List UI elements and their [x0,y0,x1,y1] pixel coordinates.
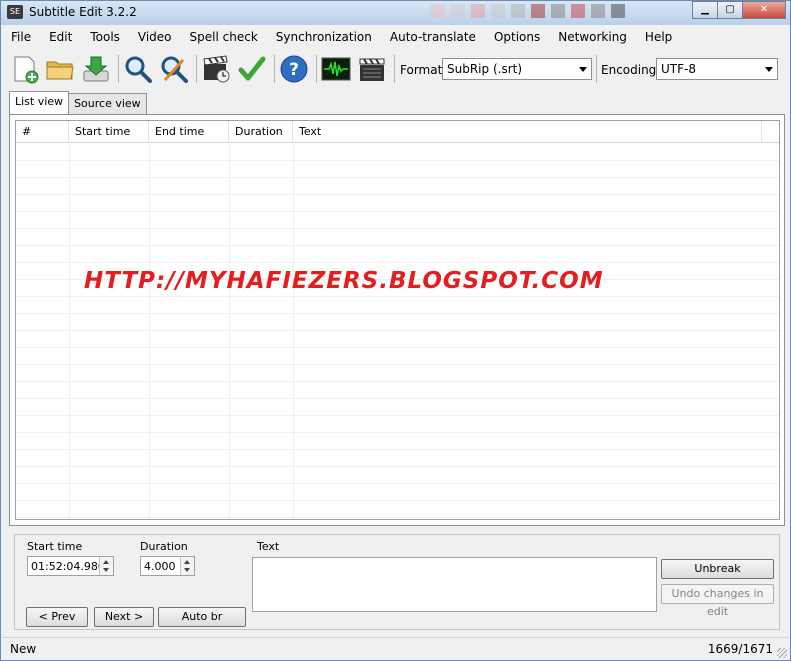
arrow-down-icon [184,568,190,572]
start-time-value: 01:52:04.980 [31,560,105,573]
format-select-value: SubRip (.srt) [447,62,523,76]
toolbar-separator [274,55,275,83]
grid-divider [293,144,294,519]
menu-tools[interactable]: Tools [81,27,129,49]
chevron-down-icon [765,67,773,72]
video-player-icon [359,58,385,81]
menu-bar: File Edit Tools Video Spell check Synchr… [2,27,789,49]
title-bar[interactable]: SE Subtitle Edit 3.2.2 ▁ ▢ ✕ [1,1,790,25]
grid-divider [229,144,230,519]
start-time-stepper[interactable] [99,557,113,575]
start-time-label: Start time [27,540,83,553]
column-header-end-time[interactable]: End time [149,121,229,142]
line-counter: 1669/1671 [707,642,773,656]
waveform-icon [321,57,351,81]
app-icon: SE [7,5,23,19]
replace-icon [161,56,188,83]
grid-divider [69,144,70,519]
subtitle-edit-panel: Start time 01:52:04.980 Duration 4.000 T… [14,534,780,630]
title-bar-decoration [431,4,687,22]
grid-divider [149,144,150,519]
list-grid [16,144,779,519]
replace-button[interactable] [158,53,190,85]
find-icon [125,56,152,83]
undo-changes-button[interactable]: Undo changes in edit [661,584,774,618]
duration-value: 4.000 [144,560,176,573]
window-controls: ▁ ▢ ✕ [692,1,786,19]
toolbar-separator [394,55,395,83]
help-icon: ? [280,55,308,83]
video-sync-button[interactable] [200,53,232,85]
column-header-duration[interactable]: Duration [229,121,293,142]
column-header-number[interactable]: # [16,121,69,142]
duration-stepper[interactable] [180,557,194,575]
new-file-button[interactable] [9,53,41,85]
subtitle-list[interactable]: # Start time End time Duration Text [15,120,780,520]
list-header: # Start time End time Duration Text [16,121,779,143]
video-player-button[interactable] [356,53,388,85]
window-title: Subtitle Edit 3.2.2 [29,5,137,19]
duration-label: Duration [140,540,188,553]
menu-edit[interactable]: Edit [40,27,81,49]
arrow-down-icon [103,568,109,572]
auto-br-button[interactable]: Auto br [158,607,246,627]
watermark-text: HTTP://MYHAFIEZERS.BLOGSPOT.COM [84,268,604,294]
open-button[interactable] [44,53,76,85]
toolbar-separator [118,55,119,83]
menu-auto-translate[interactable]: Auto-translate [381,27,485,49]
close-button[interactable]: ✕ [742,1,786,19]
format-label: Format [400,63,443,77]
menu-video[interactable]: Video [129,27,181,49]
toolbar-separator [196,55,197,83]
download-icon [83,56,109,82]
encoding-select[interactable]: UTF-8 [656,58,778,80]
menu-help[interactable]: Help [636,27,681,49]
new-file-icon [14,56,39,84]
menu-options[interactable]: Options [485,27,549,49]
toolbar: ? Format SubRip (.srt) Encoding UTF-8 [2,51,789,89]
arrow-up-icon [184,560,190,564]
main-window: SE Subtitle Edit 3.2.2 ▁ ▢ ✕ File Edit T… [0,0,791,661]
menu-file[interactable]: File [2,27,40,49]
list-view-panel: # Start time End time Duration Text [9,114,785,526]
arrow-up-icon [103,560,109,564]
spell-check-button[interactable] [236,53,268,85]
maximize-button[interactable]: ▢ [717,1,743,19]
download-button[interactable] [80,53,112,85]
column-header-text[interactable]: Text [293,121,759,142]
toolbar-separator [596,55,597,83]
menu-synchronization[interactable]: Synchronization [267,27,381,49]
open-folder-icon [46,61,74,80]
format-select[interactable]: SubRip (.srt) [442,58,592,80]
toolbar-separator [316,55,317,83]
encoding-label: Encoding [601,63,657,77]
column-header-start-time[interactable]: Start time [69,121,149,142]
header-scroll-corner [761,121,779,143]
tab-list-view[interactable]: List view [9,91,70,115]
next-button[interactable]: Next > [94,607,154,627]
encoding-select-value: UTF-8 [661,62,696,76]
chevron-down-icon [579,67,587,72]
subtitle-text-input[interactable] [252,557,657,612]
start-time-input[interactable]: 01:52:04.980 [27,556,114,576]
status-text: New [10,642,37,656]
resize-grip-icon[interactable] [777,648,787,658]
find-button[interactable] [122,53,154,85]
duration-input[interactable]: 4.000 [140,556,195,576]
prev-button[interactable]: < Prev [26,607,88,627]
waveform-button[interactable] [320,53,352,85]
view-tabs: List view Source view [9,91,147,115]
status-bar: New 1669/1671 [2,637,789,660]
help-button[interactable]: ? [278,53,310,85]
tab-source-view[interactable]: Source view [68,93,147,115]
video-sync-icon [203,55,230,83]
menu-spell-check[interactable]: Spell check [181,27,267,49]
spell-check-icon [238,56,266,81]
menu-networking[interactable]: Networking [549,27,636,49]
text-label: Text [257,540,280,553]
minimize-button[interactable]: ▁ [692,1,718,19]
svg-text:?: ? [289,60,299,80]
unbreak-button[interactable]: Unbreak [661,559,774,579]
